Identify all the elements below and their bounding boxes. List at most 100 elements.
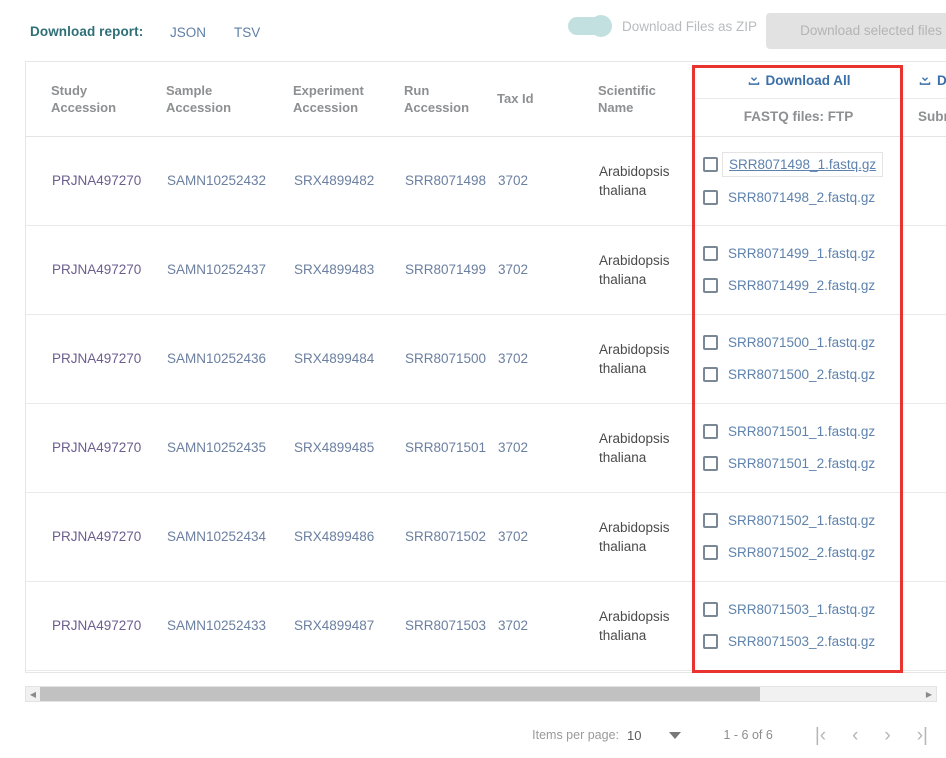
fastq-file-checkbox[interactable] <box>703 602 718 617</box>
run-accession-link[interactable]: SRR8071500 <box>380 351 486 366</box>
fastq-file-link[interactable]: SRR8071503_1.fastq.gz <box>728 602 875 617</box>
download-all-submitted-link[interactable]: Do <box>904 62 946 99</box>
download-all-fastq-link[interactable]: Download All <box>693 62 904 99</box>
experiment-accession-link[interactable]: SRX4899482 <box>269 173 378 188</box>
study-accession-link[interactable]: PRJNA497270 <box>27 351 141 366</box>
header-line2: Accession <box>404 99 470 115</box>
sample-accession-link[interactable]: SAMN10252433 <box>142 618 267 633</box>
header-line1: Experiment <box>293 82 364 98</box>
sample-accession-link[interactable]: SAMN10252436 <box>142 351 267 366</box>
column-header-sample-accession[interactable]: Sample Accession <box>141 62 268 137</box>
fastq-file-link[interactable]: SRR8071498_2.fastq.gz <box>728 190 875 205</box>
download-report-json-link[interactable]: JSON <box>170 25 206 40</box>
study-accession-link[interactable]: PRJNA497270 <box>27 618 141 633</box>
column-header-experiment-accession[interactable]: Experiment Accession <box>268 62 379 137</box>
scrollbar-thumb[interactable] <box>40 687 760 701</box>
cell-study-accession: PRJNA497270 <box>26 492 141 582</box>
study-accession-link[interactable]: PRJNA497270 <box>27 440 141 455</box>
tax-id-link[interactable]: 3702 <box>473 440 572 455</box>
experiment-accession-link[interactable]: SRX4899483 <box>269 262 378 277</box>
download-report-tsv-link[interactable]: TSV <box>234 25 260 40</box>
download-files-as-zip-toggle[interactable] <box>568 15 612 37</box>
study-accession-link[interactable]: PRJNA497270 <box>27 173 141 188</box>
column-header-scientific-name[interactable]: Scientific Name <box>573 62 693 137</box>
cell-scientific-name: Arabidopsis thaliana <box>573 314 693 404</box>
fastq-file-checkbox[interactable] <box>703 456 718 471</box>
scrollbar-track[interactable] <box>40 687 922 701</box>
sample-accession-link[interactable]: SAMN10252437 <box>142 262 267 277</box>
cell-sample-accession: SAMN10252433 <box>141 581 268 671</box>
table-row: PRJNA497270 SAMN10252437 SRX4899483 SRR8… <box>26 225 946 315</box>
tax-id-link[interactable]: 3702 <box>473 262 572 277</box>
fastq-file-checkbox[interactable] <box>703 278 718 293</box>
fastq-file-checkbox[interactable] <box>703 367 718 382</box>
fastq-file-checkbox[interactable] <box>703 157 718 172</box>
header-row: Study Accession Sample Accession Experim… <box>26 62 946 137</box>
pagination-range-label: 1 - 6 of 6 <box>723 728 773 742</box>
sample-accession-link[interactable]: SAMN10252434 <box>142 529 267 544</box>
study-accession-link[interactable]: PRJNA497270 <box>27 529 141 544</box>
experiment-accession-link[interactable]: SRX4899485 <box>269 440 378 455</box>
column-header-tax-id[interactable]: Tax Id <box>472 62 573 137</box>
run-accession-link[interactable]: SRR8071501 <box>380 440 486 455</box>
first-page-button[interactable]: |‹ <box>815 726 826 745</box>
run-accession-link[interactable]: SRR8071503 <box>380 618 486 633</box>
scientific-name-text: Arabidopsis thaliana <box>599 341 670 376</box>
experiment-accession-link[interactable]: SRX4899487 <box>269 618 378 633</box>
fastq-file-link[interactable]: SRR8071499_1.fastq.gz <box>728 246 875 261</box>
fastq-file-link[interactable]: SRR8071502_1.fastq.gz <box>728 513 875 528</box>
fastq-file-checkbox[interactable] <box>703 335 718 350</box>
tax-id-link[interactable]: 3702 <box>473 173 572 188</box>
tax-id-link[interactable]: 3702 <box>473 529 572 544</box>
last-page-button[interactable]: ›| <box>917 726 928 745</box>
fastq-file-checkbox[interactable] <box>703 545 718 560</box>
fastq-file-link[interactable]: SRR8071502_2.fastq.gz <box>728 545 875 560</box>
column-header-study-accession[interactable]: Study Accession <box>26 62 141 137</box>
fastq-file-link[interactable]: SRR8071503_2.fastq.gz <box>728 634 875 649</box>
download-selected-files-button[interactable]: Download selected files <box>766 13 946 49</box>
fastq-file-list: SRR8071501_1.fastq.gz SRR8071501_2.fastq… <box>693 424 904 471</box>
download-icon <box>747 73 761 87</box>
items-per-page-value[interactable]: 10 <box>627 728 641 743</box>
run-accession-link[interactable]: SRR8071502 <box>380 529 486 544</box>
fastq-file-list: SRR8071503_1.fastq.gz SRR8071503_2.fastq… <box>693 602 904 649</box>
header-line1: Study <box>51 82 88 98</box>
sample-accession-link[interactable]: SAMN10252435 <box>142 440 267 455</box>
scroll-right-arrow-icon[interactable]: ▶ <box>922 690 936 699</box>
next-page-button[interactable]: › <box>884 726 890 745</box>
previous-page-button[interactable]: ‹ <box>852 726 858 745</box>
fastq-file-link[interactable]: SRR8071500_1.fastq.gz <box>728 335 875 350</box>
run-accession-link[interactable]: SRR8071499 <box>380 262 486 277</box>
scroll-left-arrow-icon[interactable]: ◀ <box>26 690 40 699</box>
study-accession-link[interactable]: PRJNA497270 <box>27 262 141 277</box>
tax-id-link[interactable]: 3702 <box>473 351 572 366</box>
fastq-file-item: SRR8071498_1.fastq.gz <box>703 152 904 177</box>
fastq-file-link[interactable]: SRR8071500_2.fastq.gz <box>728 367 875 382</box>
cell-submitted-files <box>904 136 946 226</box>
fastq-file-item: SRR8071500_1.fastq.gz <box>703 335 904 350</box>
download-report-label: Download report: <box>30 24 144 39</box>
fastq-file-checkbox[interactable] <box>703 634 718 649</box>
results-table-card: Study Accession Sample Accession Experim… <box>25 61 946 673</box>
sample-accession-link[interactable]: SAMN10252432 <box>142 173 267 188</box>
fastq-file-list: SRR8071500_1.fastq.gz SRR8071500_2.fastq… <box>693 335 904 382</box>
column-header-run-accession[interactable]: Run Accession <box>379 62 472 137</box>
fastq-file-item: SRR8071503_1.fastq.gz <box>703 602 904 617</box>
fastq-file-checkbox[interactable] <box>703 246 718 261</box>
fastq-file-link[interactable]: SRR8071501_2.fastq.gz <box>728 456 875 471</box>
cell-fastq-files: SRR8071501_1.fastq.gz SRR8071501_2.fastq… <box>693 403 904 493</box>
fastq-file-checkbox[interactable] <box>703 513 718 528</box>
horizontal-scrollbar[interactable]: ◀ ▶ <box>25 686 937 702</box>
fastq-file-link[interactable]: SRR8071498_1.fastq.gz <box>722 152 884 177</box>
run-accession-link[interactable]: SRR8071498 <box>380 173 486 188</box>
experiment-accession-link[interactable]: SRX4899484 <box>269 351 378 366</box>
fastq-file-checkbox[interactable] <box>703 190 718 205</box>
chevron-down-icon[interactable] <box>669 731 682 739</box>
experiment-accession-link[interactable]: SRX4899486 <box>269 529 378 544</box>
fastq-file-link[interactable]: SRR8071501_1.fastq.gz <box>728 424 875 439</box>
fastq-file-link[interactable]: SRR8071499_2.fastq.gz <box>728 278 875 293</box>
tax-id-link[interactable]: 3702 <box>473 618 572 633</box>
cell-run-accession: SRR8071500 <box>379 314 486 404</box>
pagination-buttons: |‹ ‹ › ›| <box>815 726 928 745</box>
fastq-file-checkbox[interactable] <box>703 424 718 439</box>
